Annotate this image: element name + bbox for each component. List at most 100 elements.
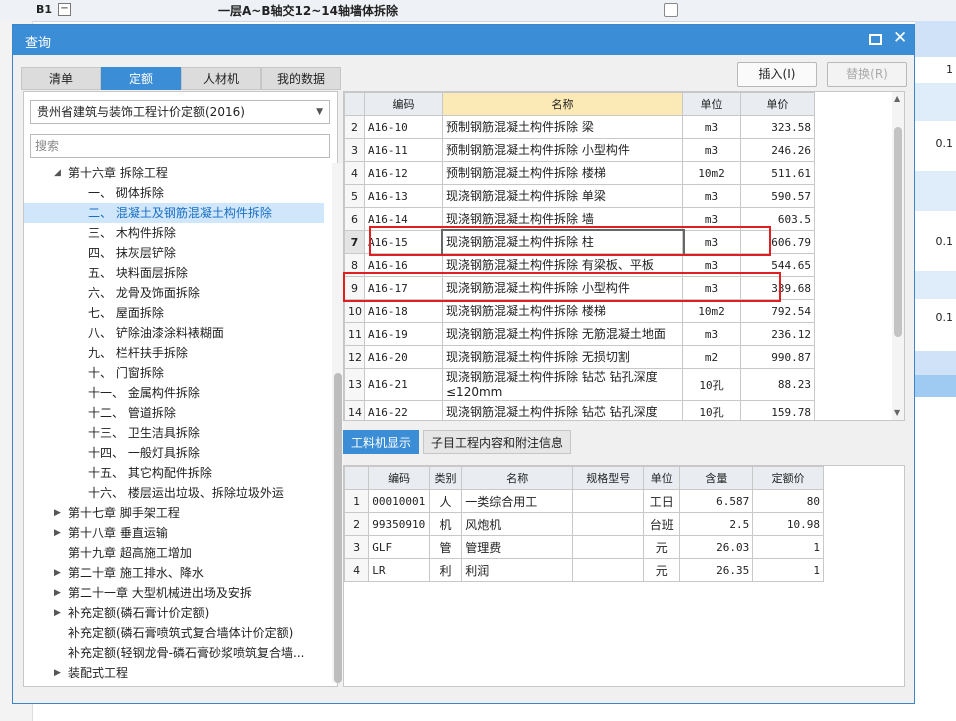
tab-labor-material-machine[interactable]: 人材机 <box>181 67 261 90</box>
header-unit[interactable]: 单位 <box>643 466 681 490</box>
tree-item[interactable]: 六、 龙骨及饰面拆除 <box>24 283 324 303</box>
table-row[interactable]: 12 A16-20 现浇钢筋混凝土构件拆除 无损切割 m2 990.87 <box>344 345 815 369</box>
table-row[interactable]: 3 GLF 管管理费 元 26.03 1 <box>344 535 824 559</box>
collapsed-triangle-icon[interactable]: ▶ <box>54 563 61 583</box>
tree-item[interactable]: 十五、 其它构配件拆除 <box>24 463 324 483</box>
tree-item-label: 五、 块料面层拆除 <box>88 266 188 280</box>
header-price[interactable]: 单价 <box>740 92 815 116</box>
quota-tree-panel: 贵州省建筑与装饰工程计价定额(2016) ▼ 搜索 ◢ 第十六章 拆除工程一、 砌… <box>23 91 344 687</box>
tree-item[interactable]: ▶ 补充定额(磷石膏计价定额) <box>24 603 324 623</box>
collapsed-triangle-icon[interactable]: ▶ <box>54 663 61 683</box>
header-spec[interactable]: 规格型号 <box>572 466 645 490</box>
tree-item[interactable]: ▶ 第二十一章 大型机械进出场及安拆 <box>24 583 324 603</box>
close-icon[interactable]: ✕ <box>893 28 907 48</box>
tree-item[interactable]: 八、 铲除油漆涂料裱糊面 <box>24 323 324 343</box>
tree-item[interactable]: 十一、 金属构件拆除 <box>24 383 324 403</box>
dropdown-arrow-icon[interactable]: ▼ <box>316 101 323 123</box>
tree-item[interactable]: 二、 混凝土及钢筋混凝土构件拆除 <box>24 203 324 223</box>
cell-spec <box>572 512 645 536</box>
table-row[interactable]: 4 LR 利利润 元 26.35 1 <box>344 558 824 582</box>
header-code[interactable]: 编码 <box>368 466 430 490</box>
tree-item[interactable]: 九、 栏杆扶手拆除 <box>24 343 324 363</box>
tree-item[interactable]: 三、 木构件拆除 <box>24 223 324 243</box>
tree-item[interactable]: 补充定额(磷石膏喷筑式复合墙体计价定额) <box>24 623 324 643</box>
expanded-triangle-icon[interactable]: ◢ <box>54 163 61 183</box>
table-row[interactable]: 11 A16-19 现浇钢筋混凝土构件拆除 无筋混凝土地面 m3 236.12 <box>344 322 815 346</box>
header-unit[interactable]: 单位 <box>682 92 741 116</box>
row-index: 6 <box>344 207 365 231</box>
table-row[interactable]: 13 A16-21 现浇钢筋混凝土构件拆除 钻芯 钻孔深度≤120mm 10孔 88.2… <box>344 368 815 401</box>
tree-item[interactable]: 七、 屋面拆除 <box>24 303 324 323</box>
tree-item[interactable]: ▶ 装配式工程 <box>24 663 324 683</box>
table-row[interactable]: 2 A16-10 预制钢筋混凝土构件拆除 梁 m3 323.58 <box>344 115 815 139</box>
grid-scrollbar[interactable]: ▲ ▼ <box>892 92 904 420</box>
table-row[interactable]: 5 A16-13 现浇钢筋混凝土构件拆除 单梁 m3 590.57 <box>344 184 815 208</box>
collapsed-triangle-icon[interactable]: ▶ <box>54 503 61 523</box>
row-checkbox[interactable] <box>664 3 678 17</box>
cell-price: 246.26 <box>740 138 815 162</box>
header-quota-price[interactable]: 定额价 <box>752 466 824 490</box>
collapse-icon[interactable]: − <box>58 3 71 16</box>
cell-unit: 台班 <box>643 512 681 536</box>
insert-button[interactable]: 插入(I) <box>737 62 817 87</box>
header-type[interactable]: 类别 <box>428 466 463 490</box>
tab-my-data[interactable]: 我的数据 <box>261 67 341 90</box>
tree-item[interactable]: 补充定额(轻钢龙骨-磷石膏砂浆喷筑复合墙... <box>24 643 324 663</box>
table-row[interactable]: 10 A16-18 现浇钢筋混凝土构件拆除 楼梯 10m2 792.54 <box>344 299 815 323</box>
tree-item[interactable]: 十二、 管道拆除 <box>24 403 324 423</box>
tree-item[interactable]: ◢ 第十六章 拆除工程 <box>24 163 324 183</box>
tree-item-label: 十五、 其它构配件拆除 <box>88 466 212 480</box>
tree-item-label: 第十九章 超高施工增加 <box>68 546 192 560</box>
bg-highlight <box>915 271 956 299</box>
dialog-titlebar[interactable]: 查询 ✕ <box>13 25 914 55</box>
collapsed-triangle-icon[interactable]: ▶ <box>54 583 61 603</box>
tree-item[interactable]: ▶ 第十八章 垂直运输 <box>24 523 324 543</box>
tree-item[interactable]: 四、 抹灰层铲除 <box>24 243 324 263</box>
tree-item[interactable]: 五、 块料面层拆除 <box>24 263 324 283</box>
dialog-title: 查询 <box>25 36 52 51</box>
table-row[interactable]: 1 00010001 人一类综合用工 工日 6.587 80 <box>344 489 824 513</box>
collapsed-triangle-icon[interactable]: ▶ <box>54 523 61 543</box>
scroll-up-icon[interactable]: ▲ <box>894 94 900 103</box>
table-row[interactable]: 3 A16-11 预制钢筋混凝土构件拆除 小型构件 m3 246.26 <box>344 138 815 162</box>
cell-price: 236.12 <box>740 322 815 346</box>
header-name[interactable]: 名称 <box>461 466 574 490</box>
table-row[interactable]: 4 A16-12 预制钢筋混凝土构件拆除 楼梯 10m2 511.61 <box>344 161 815 185</box>
row-index: 5 <box>344 184 365 208</box>
cell-price: 590.57 <box>740 184 815 208</box>
tree-item-label: 一、 砌体拆除 <box>88 186 164 200</box>
tree-scroll-thumb[interactable] <box>334 373 342 683</box>
tab-resource-display[interactable]: 工料机显示 <box>343 430 420 454</box>
cell-quantity: 26.03 <box>679 535 754 559</box>
tree-item[interactable]: 十六、 楼层运出垃圾、拆除垃圾外运 <box>24 483 324 503</box>
tree-item[interactable]: ▶ 第十七章 脚手架工程 <box>24 503 324 523</box>
tab-bill[interactable]: 清单 <box>21 67 101 90</box>
tab-quota[interactable]: 定额 <box>101 67 181 90</box>
tree-item[interactable]: 第十九章 超高施工增加 <box>24 543 324 563</box>
grid-scroll-thumb[interactable] <box>894 127 902 337</box>
replace-button[interactable]: 替换(R) <box>827 62 907 87</box>
tree-item[interactable]: 一、 砌体拆除 <box>24 183 324 203</box>
header-code[interactable]: 编码 <box>364 92 443 116</box>
header-name[interactable]: 名称 <box>442 92 683 116</box>
collapsed-triangle-icon[interactable]: ▶ <box>54 603 61 623</box>
tree-item[interactable]: 十四、 一般灯具拆除 <box>24 443 324 463</box>
quota-library-select[interactable]: 贵州省建筑与装饰工程计价定额(2016) ▼ <box>30 100 330 124</box>
cell-code: 00010001 <box>368 489 430 513</box>
tree-item[interactable]: 十、 门窗拆除 <box>24 363 324 383</box>
maximize-icon[interactable] <box>869 34 882 45</box>
scroll-down-icon[interactable]: ▼ <box>894 408 900 417</box>
bg-highlight <box>915 83 956 121</box>
search-input[interactable]: 搜索 <box>30 134 330 158</box>
header-quantity[interactable]: 含量 <box>679 466 754 490</box>
tree-item[interactable]: ▶ 第二十章 施工排水、降水 <box>24 563 324 583</box>
detail-tabs: 工料机显示 子目工程内容和附注信息 <box>343 430 905 454</box>
table-row[interactable]: 2 99350910 机风炮机 台班 2.5 10.98 <box>344 512 824 536</box>
tree-item[interactable]: 十三、 卫生洁具拆除 <box>24 423 324 443</box>
tree-item-label: 九、 栏杆扶手拆除 <box>88 346 188 360</box>
table-row[interactable]: 14 A16-22 现浇钢筋混凝土构件拆除 钻芯 钻孔深度 10孔 159.78 <box>344 400 815 420</box>
tab-work-content[interactable]: 子目工程内容和附注信息 <box>423 430 572 454</box>
cell-price: 323.58 <box>740 115 815 139</box>
cell-unit: m3 <box>682 322 741 346</box>
cell-unit: m3 <box>682 184 741 208</box>
